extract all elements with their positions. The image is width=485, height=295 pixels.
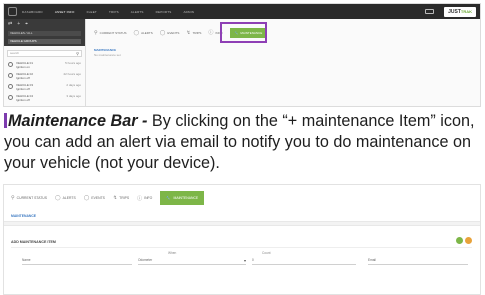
info-icon: ⓘ bbox=[137, 195, 143, 202]
maintenance-highlight-box bbox=[220, 22, 267, 43]
cancel-button[interactable] bbox=[465, 237, 472, 244]
tab-current-status[interactable]: ⚲ CURRENT STATUS bbox=[94, 30, 127, 36]
vehicle-detail-panel: ⚲ CURRENT STATUS ◯ ALERTS ◯ EVENTS ↯ TRIPS ⓘ… bbox=[86, 19, 480, 106]
tab-alerts[interactable]: ◯ ALERTS bbox=[55, 195, 76, 201]
sidebar-toolbar: ⇄ + ⌖ bbox=[8, 21, 81, 28]
description-title: Maintenance Bar - bbox=[8, 112, 148, 130]
bullet-marker bbox=[4, 113, 7, 128]
tab-trips[interactable]: ↯ TRIPS bbox=[113, 195, 129, 201]
pin-icon: ⚲ bbox=[11, 195, 15, 201]
brand-logo: JUSTTRAK bbox=[444, 6, 476, 17]
wrench-icon: 🔧 bbox=[166, 196, 171, 200]
sidebar-row-groups[interactable]: VEHICLE GROUPS bbox=[8, 39, 81, 44]
confirm-button[interactable] bbox=[456, 237, 463, 244]
route-icon: ↯ bbox=[186, 29, 191, 36]
when-label: When bbox=[168, 251, 177, 255]
vehicle-last-seen: 2 days ago bbox=[66, 83, 81, 87]
bell-icon: ◯ bbox=[55, 195, 61, 201]
name-field[interactable]: Name bbox=[22, 257, 132, 265]
count-field[interactable]: 0 bbox=[252, 257, 356, 265]
vehicle-search-input[interactable]: search ⚲ bbox=[7, 50, 82, 57]
section-title: MAINTENANCE bbox=[11, 214, 37, 218]
tab-alerts[interactable]: ◯ ALERTS bbox=[134, 30, 153, 36]
section-subtitle: No maintenance set bbox=[94, 53, 121, 57]
route-icon: ↯ bbox=[112, 195, 118, 201]
tab-info[interactable]: ⓘ INFO bbox=[137, 195, 152, 202]
tab-maintenance[interactable]: 🔧 MAINTENANCE bbox=[160, 191, 205, 205]
add-maintenance-title: ADD MAINTENANCE ITEM bbox=[11, 240, 56, 244]
chevron-down-icon: ▾ bbox=[243, 258, 246, 263]
detail-tabs: ⚲ CURRENT STATUS ◯ ALERTS ◯ EVENTS ↯ TRIPS ⓘ… bbox=[11, 191, 205, 205]
sidebar-header: ⇄ + ⌖ VEHICLES / ALL VEHICLE GROUPS bbox=[4, 19, 85, 46]
events-icon: ◯ bbox=[159, 29, 166, 36]
nav-trips[interactable]: TRIPS bbox=[109, 10, 119, 14]
tab-trips[interactable]: ↯ TRIPS bbox=[186, 30, 201, 36]
bell-icon: ◯ bbox=[133, 29, 140, 36]
search-icon: ⚲ bbox=[76, 51, 79, 56]
form-divider bbox=[11, 247, 472, 248]
form-actions bbox=[456, 237, 472, 244]
nav-dashboard[interactable]: DASHBOARD bbox=[22, 10, 43, 14]
maintenance-description: Maintenance Bar - By clicking on the “+ … bbox=[4, 111, 482, 174]
list-item[interactable]: VEHICLE 01 Ignition on 5 hours ago bbox=[4, 59, 85, 70]
info-icon: ⓘ bbox=[208, 30, 214, 36]
tab-current-status[interactable]: ⚲ CURRENT STATUS bbox=[11, 195, 47, 201]
email-field[interactable]: Email bbox=[368, 257, 468, 265]
tab-events[interactable]: ◯ EVENTS bbox=[84, 195, 105, 201]
section-separator bbox=[4, 221, 480, 226]
count-label: Count bbox=[262, 251, 271, 255]
locate-icon[interactable]: ⌖ bbox=[25, 21, 28, 28]
tab-events[interactable]: ◯ EVENTS bbox=[160, 30, 180, 36]
nav-alerts[interactable]: ALERTS bbox=[131, 10, 144, 14]
list-item[interactable]: VEHICLE 03 Ignition off 2 days ago bbox=[4, 81, 85, 92]
battery-icon bbox=[425, 9, 435, 14]
app-logo-icon[interactable] bbox=[8, 7, 17, 16]
vehicle-status-icon bbox=[8, 84, 13, 89]
list-item[interactable]: VEHICLE 02 Ignition off 22 hours ago bbox=[4, 70, 85, 81]
vehicle-status-icon bbox=[8, 95, 13, 100]
top-navbar: DASHBOARD ASSET INFO FLEET TRIPS ALERTS … bbox=[4, 4, 480, 19]
swap-icon[interactable]: ⇄ bbox=[8, 21, 12, 28]
vehicle-last-seen: 22 hours ago bbox=[63, 72, 81, 76]
vehicle-sidebar: ⇄ + ⌖ VEHICLES / ALL VEHICLE GROUPS sear… bbox=[4, 19, 86, 106]
screenshot-add-maintenance: ⚲ CURRENT STATUS ◯ ALERTS ◯ EVENTS ↯ TRIPS ⓘ… bbox=[3, 184, 481, 295]
vehicle-status-icon bbox=[8, 62, 13, 67]
when-select[interactable]: Odometer ▾ bbox=[138, 257, 246, 265]
vehicle-last-seen: 5 hours ago bbox=[65, 61, 81, 65]
events-icon: ◯ bbox=[83, 195, 90, 201]
sidebar-row-vehicles[interactable]: VEHICLES / ALL bbox=[8, 31, 81, 36]
nav-fleet[interactable]: FLEET bbox=[87, 10, 97, 14]
vehicle-last-seen: 3 days ago bbox=[66, 94, 81, 98]
pin-icon: ⚲ bbox=[94, 29, 98, 36]
main-nav: DASHBOARD ASSET INFO FLEET TRIPS ALERTS … bbox=[22, 4, 194, 19]
vehicle-status-icon bbox=[8, 73, 13, 78]
nav-asset-info[interactable]: ASSET INFO bbox=[55, 10, 75, 14]
navbar-right: JUSTTRAK bbox=[425, 4, 476, 19]
add-icon[interactable]: + bbox=[17, 21, 20, 28]
section-title: MAINTENANCE bbox=[94, 48, 117, 52]
screenshot-vehicle-view: DASHBOARD ASSET INFO FLEET TRIPS ALERTS … bbox=[3, 3, 481, 107]
nav-reports[interactable]: REPORTS bbox=[156, 10, 172, 14]
list-item[interactable]: VEHICLE 04 Ignition off 3 days ago bbox=[4, 92, 85, 103]
nav-admin[interactable]: ADMIN bbox=[183, 10, 194, 14]
